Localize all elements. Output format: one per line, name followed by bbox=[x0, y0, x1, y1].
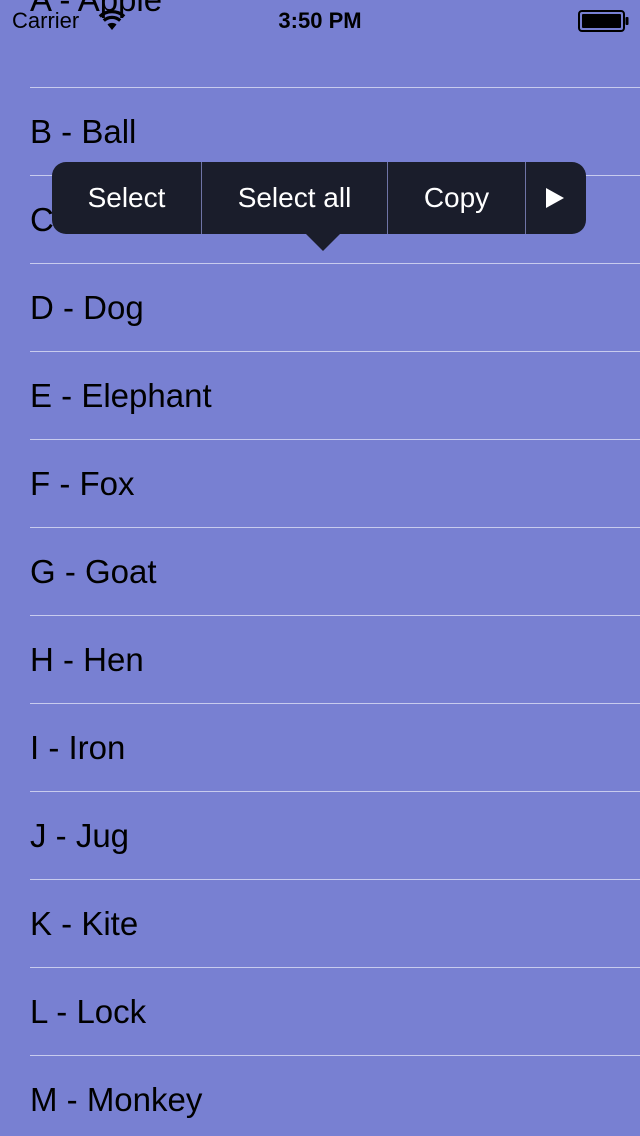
edit-menu: Select Select all Copy bbox=[52, 162, 586, 251]
copy-menu-item[interactable]: Copy bbox=[388, 162, 525, 234]
row-label: G - Goat bbox=[30, 553, 157, 590]
table-row[interactable]: M - Monkey bbox=[0, 1056, 640, 1136]
table-row[interactable]: I - Iron bbox=[0, 704, 640, 792]
table-row[interactable]: G - Goat bbox=[0, 528, 640, 616]
table-row[interactable]: F - Fox bbox=[0, 440, 640, 528]
row-label: M - Monkey bbox=[30, 1081, 203, 1118]
row-label: H - Hen bbox=[30, 641, 144, 678]
table-row[interactable]: E - Elephant bbox=[0, 352, 640, 440]
select-menu-item[interactable]: Select bbox=[52, 162, 201, 234]
more-menu-button[interactable] bbox=[526, 162, 586, 234]
row-label: K - Kite bbox=[30, 905, 139, 942]
row-label: E - Elephant bbox=[30, 377, 212, 414]
screen: A - Apple B - Ball C - Cat D - Dog E - E… bbox=[0, 0, 640, 1136]
select-all-menu-item[interactable]: Select all bbox=[202, 162, 387, 234]
play-triangle-icon bbox=[546, 188, 564, 208]
table-row[interactable]: J - Jug bbox=[0, 792, 640, 880]
row-label: J - Jug bbox=[30, 817, 130, 854]
row-label: F - Fox bbox=[30, 465, 135, 502]
table-row[interactable]: H - Hen bbox=[0, 616, 640, 704]
table-row[interactable]: K - Kite bbox=[0, 880, 640, 968]
table-row[interactable]: L - Lock bbox=[0, 968, 640, 1056]
status-bar: Carrier 3:50 PM bbox=[0, 0, 640, 40]
battery-icon bbox=[578, 10, 630, 32]
table-row[interactable]: D - Dog bbox=[0, 264, 640, 352]
row-label: L - Lock bbox=[30, 993, 147, 1030]
row-label: I - Iron bbox=[30, 729, 126, 766]
status-time: 3:50 PM bbox=[278, 8, 362, 33]
row-label: D - Dog bbox=[30, 289, 144, 326]
menu-pointer-arrow bbox=[306, 234, 340, 251]
